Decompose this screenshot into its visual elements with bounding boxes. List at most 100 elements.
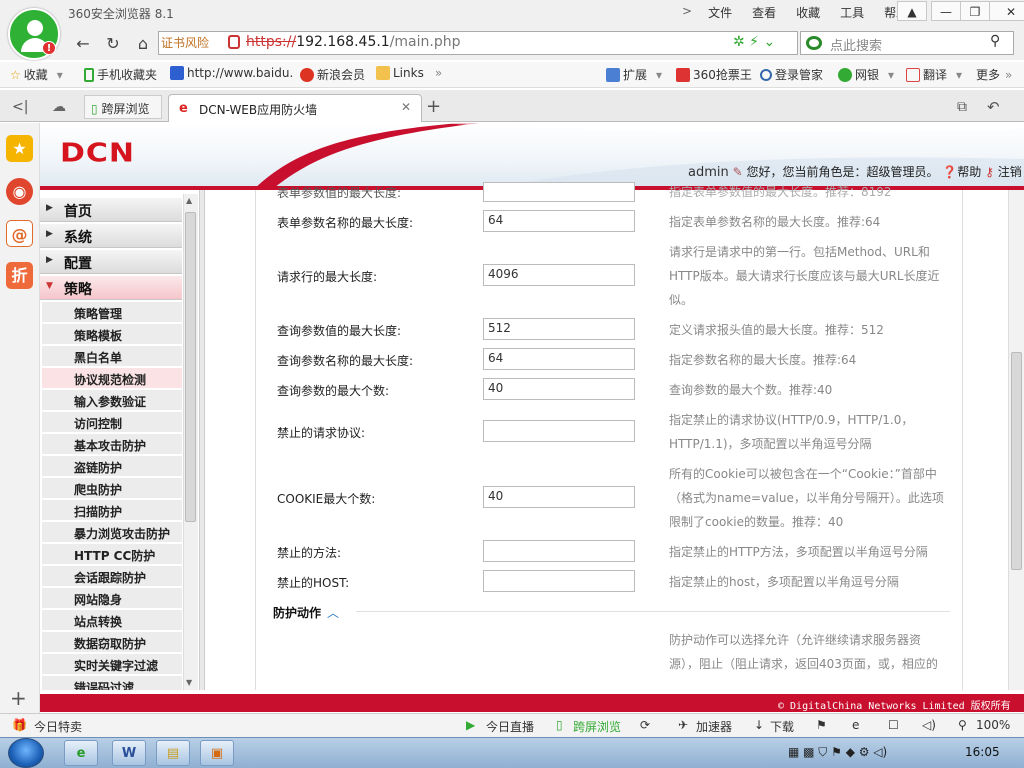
forbidden-method-input[interactable] [483, 540, 635, 562]
ie-mode-icon[interactable]: e [852, 718, 859, 732]
mail-icon[interactable]: @ [6, 220, 33, 247]
url-text[interactable]: https://192.168.45.1/main.php [246, 34, 461, 50]
logout-link[interactable]: 注销 [998, 165, 1022, 179]
nav-scroll-thumb[interactable] [185, 212, 196, 522]
sound-icon[interactable]: ◁) [922, 718, 936, 732]
request-line-max-input[interactable]: 4096 [483, 264, 635, 286]
url-tools-icon[interactable]: ✲ ⚡ ⌄ [733, 34, 775, 50]
menu-file[interactable]: 文件 [698, 4, 742, 21]
bookmark-translate[interactable]: 翻译 ▾ [906, 66, 962, 83]
refresh-status-icon[interactable]: ⟳ [640, 718, 650, 732]
search-engine-icon[interactable] [806, 36, 822, 50]
query-param-count-max-input[interactable]: 40 [483, 378, 635, 400]
main-scroll-thumb[interactable] [1011, 352, 1022, 570]
menu-tools[interactable]: 工具 [830, 4, 874, 21]
gift-icon[interactable]: 🎁 [12, 718, 27, 732]
back-button[interactable]: ← [72, 33, 94, 55]
forbidden-host-input[interactable] [483, 570, 635, 592]
search-icon[interactable]: ⚲ [990, 33, 1000, 49]
broken-lock-icon[interactable] [228, 35, 240, 49]
weibo-sidebar-icon[interactable]: ◉ [6, 178, 33, 205]
query-param-value-max-input[interactable]: 512 [483, 318, 635, 340]
nav-section-policy[interactable]: ▼ 策略 [40, 276, 182, 300]
new-tab-button[interactable]: + [426, 96, 441, 117]
bookmark-favorites[interactable]: ☆ 收藏 ▾ [10, 66, 63, 83]
menu-favorites[interactable]: 收藏 [786, 4, 830, 21]
cookie-max-count-input[interactable]: 40 [483, 486, 635, 508]
nav-item-policy-template[interactable]: 策略模板 [42, 324, 182, 345]
nav-item-input-validation[interactable]: 输入参数验证 [42, 390, 182, 411]
help-icon[interactable]: ❓ [942, 165, 957, 179]
sidebar-toggle-icon[interactable]: <| [12, 99, 28, 115]
scroll-up-icon[interactable]: ▲ [186, 196, 192, 205]
live-icon[interactable]: ▶ [466, 718, 475, 732]
nav-item-keyword-filter[interactable]: 实时关键字过滤 [42, 654, 182, 675]
rocket-icon[interactable]: ✈ [678, 718, 688, 732]
edit-icon[interactable]: ✎ [733, 165, 743, 179]
cloud-icon[interactable]: ☁ [52, 99, 66, 115]
close-button[interactable]: ✕ [989, 1, 1024, 21]
nav-item-protocol-check[interactable]: 协议规范检测 [42, 368, 182, 389]
nav-item-scan[interactable]: 扫描防护 [42, 500, 182, 521]
query-param-name-max-input[interactable]: 64 [483, 348, 635, 370]
collapse-caret-icon[interactable]: ︿ [327, 606, 339, 620]
home-button[interactable]: ⌂ [132, 33, 154, 55]
bookmark-tickets[interactable]: 360抢票王 [676, 66, 752, 83]
status-daily-sale[interactable]: 今日特卖 [34, 718, 82, 735]
close-tab-icon[interactable]: ✕ [401, 100, 411, 114]
nav-section-system[interactable]: ▶ 系统 [40, 224, 182, 248]
scroll-down-icon[interactable]: ▼ [186, 678, 192, 687]
nav-item-black-white-list[interactable]: 黑白名单 [42, 346, 182, 367]
browser-taskbar-icon[interactable]: e [64, 740, 98, 766]
split-status-icon[interactable]: ▯ [556, 718, 563, 732]
restore-tabs-icon[interactable]: ⧉ [957, 99, 967, 115]
nav-item-session-track[interactable]: 会话跟踪防护 [42, 566, 182, 587]
bookmark-sina[interactable]: 新浪会员 [300, 66, 365, 83]
status-live[interactable]: 今日直播 [486, 718, 534, 735]
forbidden-protocol-input[interactable] [483, 420, 635, 442]
nav-item-data-theft[interactable]: 数据窃取防护 [42, 632, 182, 653]
windows-start-button[interactable] [8, 738, 44, 768]
window-icon[interactable]: ☐ [888, 718, 899, 732]
chevron-right-icon[interactable]: > [676, 4, 698, 21]
zoom-level[interactable]: 100% [976, 718, 1010, 732]
key-icon[interactable]: ⚷ [985, 165, 994, 179]
pin-button[interactable]: ▲ [897, 1, 927, 21]
nav-item-site-switch[interactable]: 站点转换 [42, 610, 182, 631]
favorites-star-icon[interactable]: ★ [6, 135, 33, 162]
bookmark-bank[interactable]: 网银 ▾ [838, 66, 894, 83]
cert-warning-label[interactable]: 证书风险 [161, 34, 209, 51]
browser-logo-icon[interactable]: ! [8, 8, 60, 60]
bookmark-extensions[interactable]: 扩展 ▾ [606, 66, 662, 83]
section-protect-action[interactable]: 防护动作 ︿ [273, 604, 339, 621]
nav-section-home[interactable]: ▶ 首页 [40, 198, 182, 222]
tab-active[interactable]: e DCN-WEB应用防火墙 ✕ [168, 94, 422, 122]
nav-item-access-control[interactable]: 访问控制 [42, 412, 182, 433]
menu-view[interactable]: 查看 [742, 4, 786, 21]
files-taskbar-icon[interactable]: ▤ [156, 740, 190, 766]
word-taskbar-icon[interactable]: W [112, 740, 146, 766]
zoom-icon[interactable]: ⚲ [958, 718, 967, 732]
bookmark-login[interactable]: 登录管家 [760, 66, 823, 83]
nav-item-http-cc[interactable]: HTTP CC防护 [42, 544, 182, 565]
status-split[interactable]: 跨屏浏览 [573, 718, 621, 735]
add-sidebar-button[interactable]: + [10, 686, 27, 710]
nav-item-crawler[interactable]: 爬虫防护 [42, 478, 182, 499]
bookmark-more[interactable]: 更多» [976, 66, 1012, 83]
discount-icon[interactable]: 折 [6, 262, 33, 289]
download-icon[interactable]: ↓ [754, 718, 764, 732]
form-param-name-max-input[interactable]: 64 [483, 210, 635, 232]
nav-section-config[interactable]: ▶ 配置 [40, 250, 182, 274]
flag-icon[interactable]: ⚑ [816, 718, 827, 732]
tab-split-browse[interactable]: ▯ 跨屏浏览 [84, 95, 162, 119]
bookmark-baidu[interactable]: http://www.baidu. [170, 66, 293, 80]
nav-item-basic-attack[interactable]: 基本攻击防护 [42, 434, 182, 455]
bookmark-mobile[interactable]: 手机收藏夹 [84, 66, 157, 83]
nav-item-site-stealth[interactable]: 网站隐身 [42, 588, 182, 609]
reload-button[interactable]: ↻ [102, 33, 124, 55]
nav-item-hotlink[interactable]: 盗链防护 [42, 456, 182, 477]
status-download[interactable]: 下载 [770, 718, 794, 735]
nav-item-brute-browse[interactable]: 暴力浏览攻击防护 [42, 522, 182, 543]
undo-close-icon[interactable]: ↶ [987, 98, 1000, 116]
maximize-button[interactable]: ❐ [960, 1, 990, 21]
